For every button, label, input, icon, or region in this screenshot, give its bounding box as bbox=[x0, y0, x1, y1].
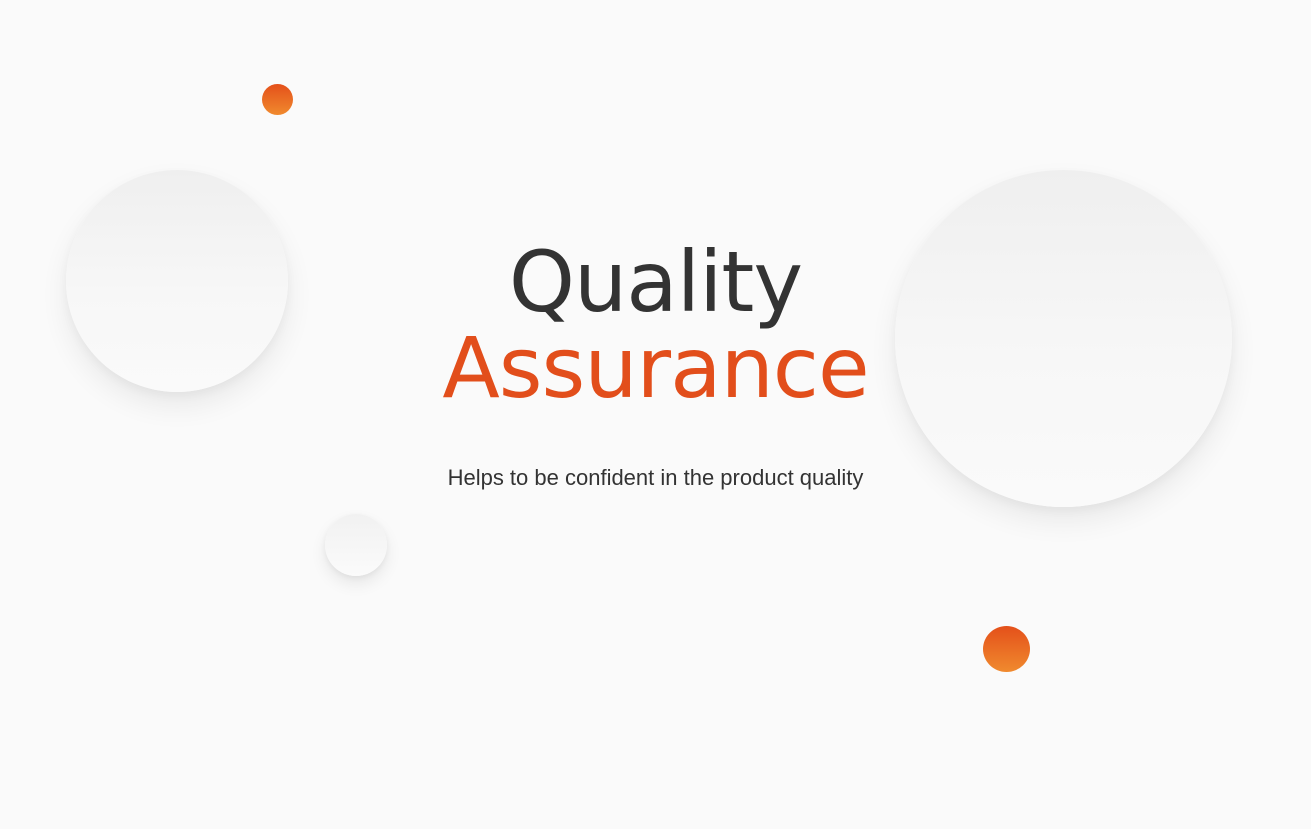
hero-title-line1: Quality bbox=[508, 233, 803, 331]
hero-subtitle: Helps to be confident in the product qua… bbox=[447, 465, 864, 490]
orange-dot-decoration bbox=[983, 626, 1030, 672]
small-bubble-decoration bbox=[325, 514, 387, 576]
hero-title-line2: Assurance bbox=[442, 319, 869, 417]
orange-dot-decoration bbox=[262, 84, 293, 115]
hero-section: Quality Assurance Helps to be confident … bbox=[0, 0, 1311, 829]
